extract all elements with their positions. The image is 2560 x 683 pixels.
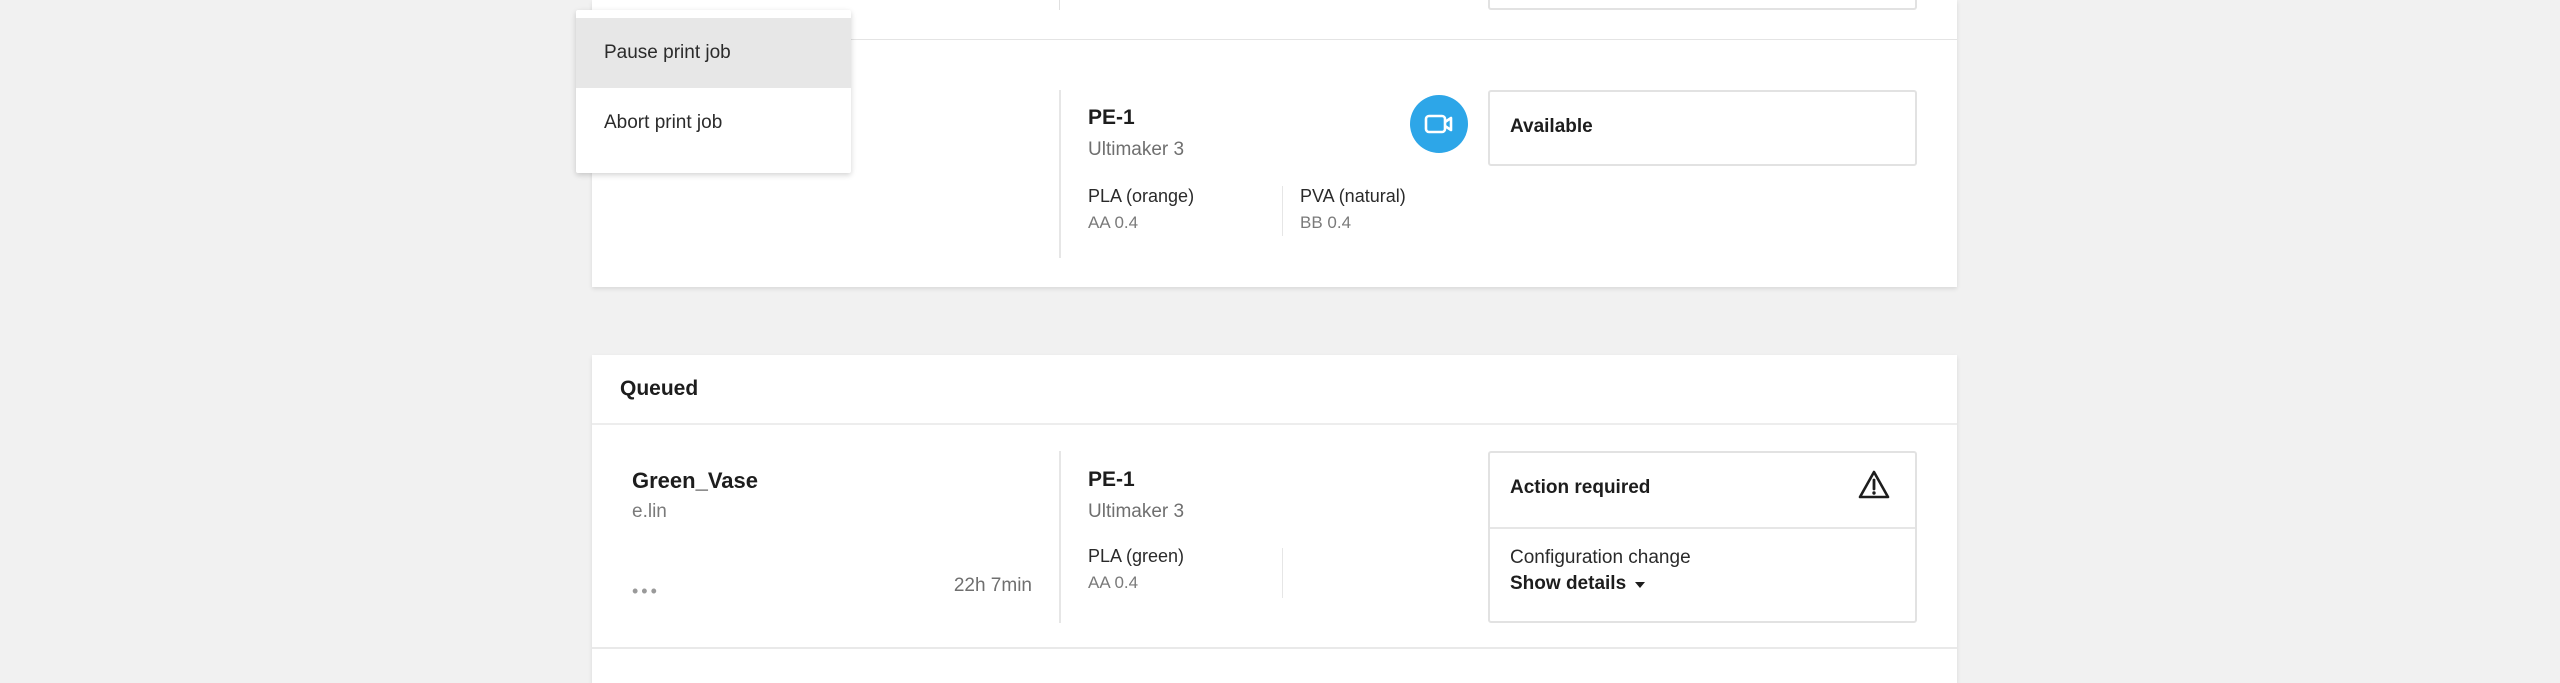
camera-icon <box>1424 114 1453 134</box>
queued-title: Queued <box>620 377 699 400</box>
job-owner: e.lin <box>632 501 667 522</box>
extruder-2-material: PVA (natural) <box>1300 186 1406 206</box>
show-details-label: Show details <box>1510 573 1627 595</box>
configuration-change-label: Configuration change <box>1510 547 1691 568</box>
more-options-button[interactable]: ••• <box>632 581 660 602</box>
queued-header: Queued <box>592 355 1957 425</box>
queued-card: Queued Green_Vase e.lin ••• 22h 7min PE-… <box>592 355 1957 683</box>
job-name: Green_Vase <box>632 468 758 493</box>
menu-item-abort-print-job[interactable]: Abort print job <box>576 88 851 158</box>
job-printer-name: PE-1 <box>1088 468 1135 491</box>
job-duration: 22h 7min <box>953 575 1032 596</box>
column-divider <box>1059 0 1060 10</box>
status-box-stub <box>1488 0 1917 10</box>
caret-down-icon <box>1634 573 1646 595</box>
print-job-context-menu: Pause print job Abort print job <box>576 10 851 173</box>
extruder-2-core: BB 0.4 <box>1300 213 1352 232</box>
printer-name: PE-1 <box>1088 106 1135 129</box>
extruder-divider <box>1282 548 1283 598</box>
printer-model: Ultimaker 3 <box>1088 139 1185 160</box>
job-printer-model: Ultimaker 3 <box>1088 501 1185 522</box>
column-divider <box>1059 90 1061 258</box>
camera-button[interactable] <box>1410 95 1468 153</box>
printer-status: Available <box>1510 116 1593 137</box>
status-box-divider <box>1490 527 1915 529</box>
row-separator <box>592 647 1957 649</box>
job-status-box: Action required Configuration change Sho… <box>1488 451 1917 623</box>
extruder-1-core: AA 0.4 <box>1088 213 1139 232</box>
extruder-divider <box>1282 186 1283 236</box>
warning-icon <box>1858 470 1890 499</box>
show-details-button[interactable]: Show details <box>1510 573 1646 595</box>
job-extruder-1-material: PLA (green) <box>1088 546 1185 566</box>
printer-status-box: Available <box>1488 90 1917 166</box>
column-divider <box>1059 451 1061 623</box>
menu-item-pause-print-job[interactable]: Pause print job <box>576 18 851 88</box>
job-status-title: Action required <box>1510 477 1651 498</box>
job-extruder-1-core: AA 0.4 <box>1088 573 1139 592</box>
extruder-1-material: PLA (orange) <box>1088 186 1195 206</box>
